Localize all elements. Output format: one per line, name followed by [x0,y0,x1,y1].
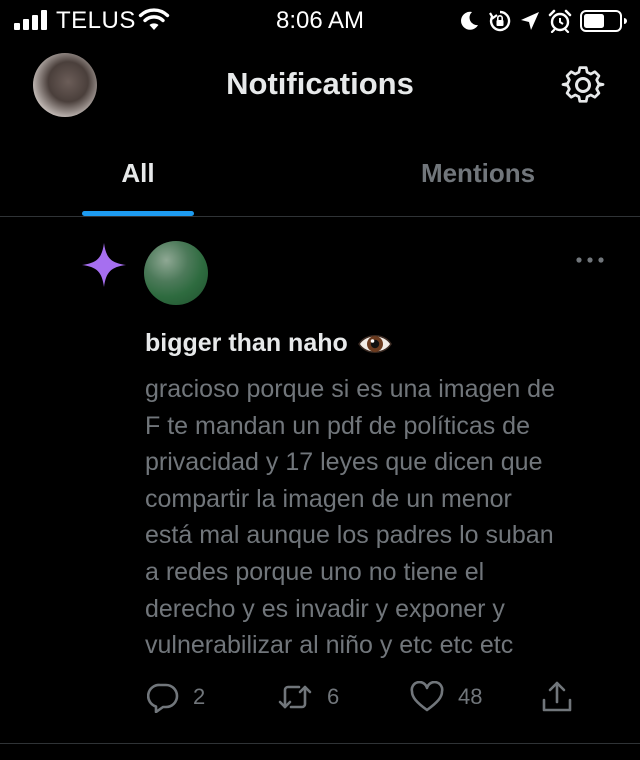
share-button[interactable] [540,677,574,717]
notification-item[interactable]: bigger than naho gracioso porque si es u… [0,217,640,744]
like-count: 48 [458,684,483,709]
tab-mentions[interactable]: Mentions [320,130,640,216]
orientation-lock-icon [489,10,511,32]
tab-mentions-label: Mentions [420,158,536,188]
page-title: Notifications [226,66,414,101]
sparkle-icon [82,243,126,287]
like-button[interactable]: 48 [410,677,482,717]
battery-icon [580,10,627,32]
reply-icon [147,683,179,713]
action-bar: 2 6 48 [0,677,640,717]
retweet-count: 6 [327,684,340,709]
eye-emoji [357,334,392,353]
reply-button[interactable]: 2 [147,677,205,717]
author-name[interactable]: bigger than naho [145,329,348,358]
location-icon [521,12,539,30]
tab-all-label: All [121,158,155,188]
author-avatar[interactable] [144,241,208,305]
moon-icon [461,11,478,30]
status-bar: TELUS 8:06 AM [0,0,640,40]
tab-all[interactable]: All [0,130,320,216]
status-icons [458,8,628,34]
gear-icon[interactable] [561,64,605,108]
active-tab-indicator [82,211,194,216]
more-options-icon[interactable] [574,251,606,269]
heart-icon [410,681,444,712]
alarm-icon [548,9,572,33]
reply-count: 2 [193,684,206,709]
header: Notifications [0,40,640,130]
tab-bar: All Mentions [0,130,640,217]
author-row: bigger than naho [145,329,392,358]
retweet-icon [278,685,312,709]
share-icon [542,681,572,712]
tweet-text[interactable]: gracioso porque si es una imagen de F te… [145,371,615,664]
retweet-button[interactable]: 6 [277,677,339,717]
